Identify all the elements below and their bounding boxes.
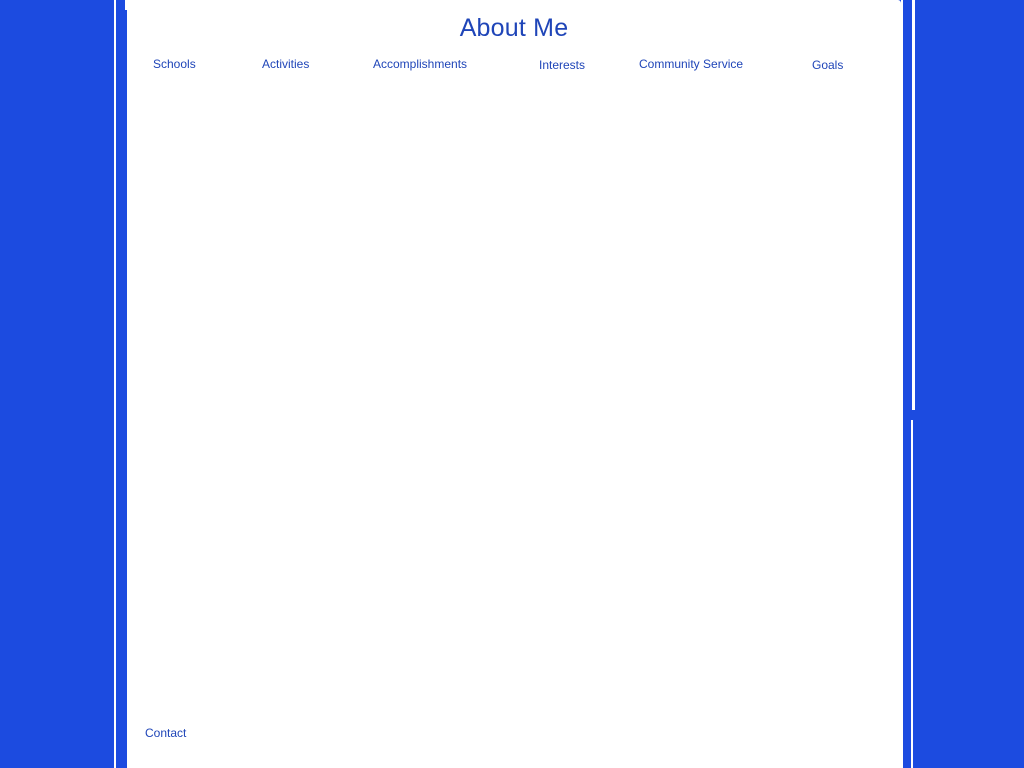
footer-contact-link[interactable]: Contact [145, 726, 186, 740]
nav-link-schools[interactable]: Schools [153, 57, 196, 71]
main-content-area [127, 90, 901, 710]
nav-link-community-service[interactable]: Community Service [639, 57, 743, 71]
right-inner-rail [901, 0, 903, 768]
nav-link-goals[interactable]: Goals [812, 58, 843, 72]
nav-link-activities[interactable]: Activities [262, 57, 309, 71]
nav-link-interests[interactable]: Interests [539, 58, 585, 72]
left-outer-rail [114, 0, 116, 768]
right-outer-rail-top [912, 0, 915, 410]
browser-viewport: About Me Schools Activities Accomplishme… [0, 0, 1024, 768]
right-outer-rail-bottom [911, 420, 913, 768]
page-container: About Me Schools Activities Accomplishme… [127, 0, 901, 768]
page-title: About Me [459, 14, 569, 42]
nav-link-accomplishments[interactable]: Accomplishments [373, 57, 467, 71]
